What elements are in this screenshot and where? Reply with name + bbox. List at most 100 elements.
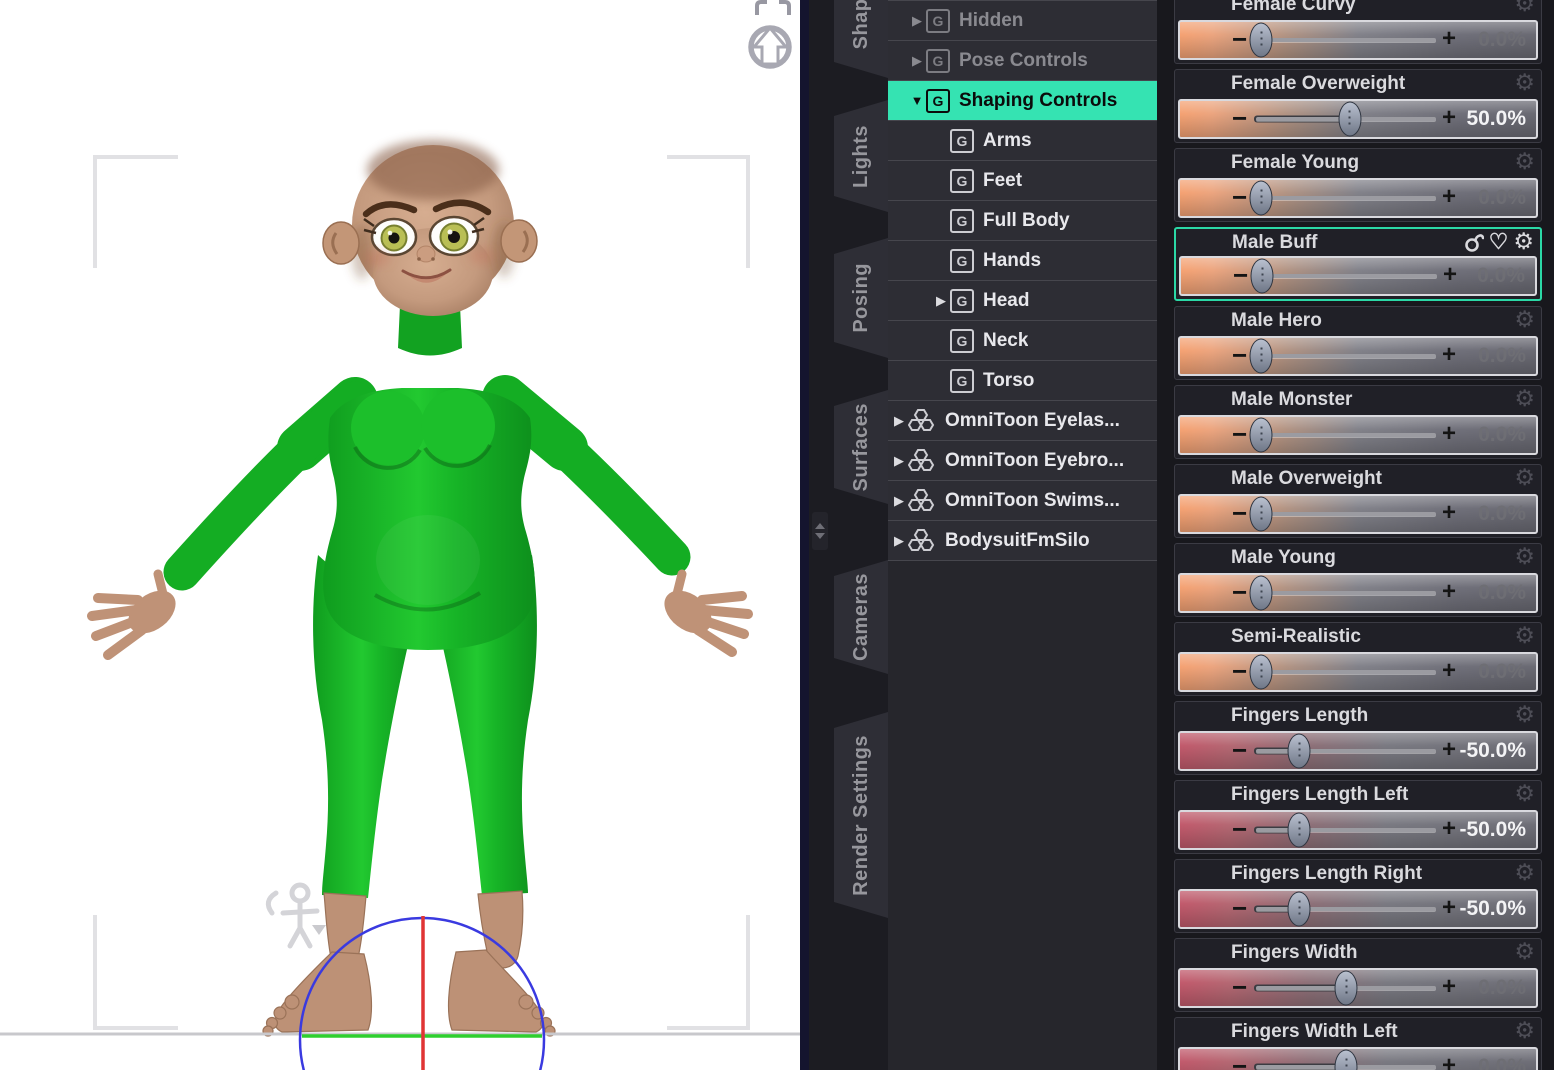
parameter-value[interactable]: 0.0%	[1416, 28, 1526, 52]
tree-row[interactable]: ▶ OmniToon Eyebro...	[888, 441, 1157, 481]
tree-row[interactable]: ▶ OmniToon Swims...	[888, 481, 1157, 521]
decrement-button[interactable]: −	[1232, 342, 1247, 368]
expand-arrow-icon[interactable]: ▶	[890, 413, 908, 429]
parameter-slider[interactable]: − + -50.0%	[1178, 810, 1538, 850]
tree-row[interactable]: ▼ G Shaping Controls	[888, 81, 1157, 121]
gear-icon[interactable]: ⚙	[1514, 545, 1535, 568]
decrement-button[interactable]: −	[1232, 1053, 1247, 1070]
slider-handle[interactable]	[1249, 654, 1273, 690]
tree-row[interactable]: ▶ G Pose Controls	[888, 41, 1157, 81]
parameter-slider[interactable]: − + 0.0%	[1178, 573, 1538, 613]
slider-handle[interactable]	[1249, 496, 1273, 532]
decrement-button[interactable]: −	[1232, 974, 1247, 1000]
decrement-button[interactable]: −	[1232, 500, 1247, 526]
slider-handle[interactable]	[1287, 812, 1311, 848]
tree-row[interactable]: G Feet	[888, 161, 1157, 201]
parameter-slider[interactable]: − + 0.0%	[1178, 415, 1538, 455]
slider-handle[interactable]	[1250, 258, 1274, 294]
gear-icon[interactable]: ⚙	[1514, 0, 1535, 15]
slider-track[interactable]	[1256, 749, 1436, 753]
decrement-button[interactable]: −	[1232, 816, 1247, 842]
tree-row[interactable]: G Torso	[888, 361, 1157, 401]
gear-icon[interactable]: ⚙	[1514, 387, 1535, 410]
parameter-slider[interactable]: − + 0.0%	[1179, 256, 1537, 296]
parameter-value[interactable]: 50.0%	[1416, 107, 1526, 131]
parameter-value[interactable]: 0.0%	[1416, 581, 1526, 605]
parameter-slider[interactable]: − + 0.0%	[1178, 1047, 1538, 1070]
slider-track[interactable]	[1256, 196, 1436, 200]
gear-icon[interactable]: ⚙	[1514, 1019, 1535, 1042]
gear-icon[interactable]: ⚙	[1514, 782, 1535, 805]
slider-track[interactable]	[1257, 274, 1437, 278]
parameter-value[interactable]: 0.0%	[1416, 976, 1526, 1000]
decrement-button[interactable]: −	[1232, 579, 1247, 605]
gear-icon[interactable]: ⚙	[1514, 624, 1535, 647]
heart-favorite-icon[interactable]: ♡	[1489, 230, 1509, 253]
tree-row[interactable]: ▶ BodysuitFmSilo	[888, 521, 1157, 561]
gear-icon[interactable]: ⚙	[1514, 703, 1535, 726]
expand-arrow-icon[interactable]: ▶	[890, 533, 908, 549]
parameter-value[interactable]: -50.0%	[1416, 818, 1526, 842]
slider-handle[interactable]	[1334, 1049, 1358, 1070]
parameter-value[interactable]: 0.0%	[1416, 344, 1526, 368]
slider-track[interactable]	[1256, 907, 1436, 911]
parameter-slider[interactable]: − + -50.0%	[1178, 889, 1538, 929]
gear-icon[interactable]: ⚙	[1513, 230, 1534, 253]
parameter-slider[interactable]: − + 0.0%	[1178, 652, 1538, 692]
tree-row[interactable]: G Hands	[888, 241, 1157, 281]
decrement-button[interactable]: −	[1232, 184, 1247, 210]
slider-handle[interactable]	[1249, 22, 1273, 58]
parameter-value[interactable]: 0.0%	[1416, 660, 1526, 684]
gear-icon[interactable]: ⚙	[1514, 940, 1535, 963]
gear-icon[interactable]: ⚙	[1514, 466, 1535, 489]
parameter-slider[interactable]: − + 0.0%	[1178, 178, 1538, 218]
tab-surfaces[interactable]: Surfaces	[834, 390, 888, 504]
parameter-slider[interactable]: − + 0.0%	[1178, 968, 1538, 1008]
tab-render-settings[interactable]: Render Settings	[834, 712, 888, 918]
decrement-button[interactable]: −	[1233, 262, 1248, 288]
parameter-slider[interactable]: − + -50.0%	[1178, 731, 1538, 771]
slider-handle[interactable]	[1249, 575, 1273, 611]
decrement-button[interactable]: −	[1232, 895, 1247, 921]
slider-track[interactable]	[1256, 512, 1436, 516]
tree-row[interactable]: G Neck	[888, 321, 1157, 361]
slider-handle[interactable]	[1334, 970, 1358, 1006]
gear-icon[interactable]: ⚙	[1514, 71, 1535, 94]
parameter-slider[interactable]: − + 0.0%	[1178, 494, 1538, 534]
parameter-value[interactable]: 0.0%	[1415, 264, 1525, 288]
slider-track[interactable]	[1256, 433, 1436, 437]
decrement-button[interactable]: −	[1232, 105, 1247, 131]
decrement-button[interactable]: −	[1232, 421, 1247, 447]
tree-row[interactable]: ▶ G Head	[888, 281, 1157, 321]
slider-handle[interactable]	[1287, 891, 1311, 927]
tab-posing[interactable]: Posing	[834, 238, 888, 358]
slider-handle[interactable]	[1287, 733, 1311, 769]
decrement-button[interactable]: −	[1232, 658, 1247, 684]
parameter-value[interactable]: 0.0%	[1416, 1055, 1526, 1070]
slider-track[interactable]	[1256, 670, 1436, 674]
decrement-button[interactable]: −	[1232, 26, 1247, 52]
slider-track[interactable]	[1256, 591, 1436, 595]
slider-handle[interactable]	[1338, 101, 1362, 137]
expand-arrow-icon[interactable]: ▶	[908, 53, 926, 69]
panel-splitter-handle[interactable]	[812, 512, 828, 550]
tab-cameras[interactable]: Cameras	[834, 560, 888, 674]
slider-track[interactable]	[1256, 38, 1436, 42]
gear-icon[interactable]: ⚙	[1514, 861, 1535, 884]
slider-track[interactable]	[1256, 828, 1436, 832]
tree-row[interactable]: G Full Body	[888, 201, 1157, 241]
parameter-slider[interactable]: − + 0.0%	[1178, 336, 1538, 376]
tab-lights[interactable]: Lights	[834, 100, 888, 212]
expand-arrow-icon[interactable]: ▶	[908, 13, 926, 29]
lock-icon[interactable]	[1464, 231, 1484, 253]
parameter-value[interactable]: 0.0%	[1416, 186, 1526, 210]
parameter-slider[interactable]: − + 50.0%	[1178, 99, 1538, 139]
slider-handle[interactable]	[1249, 180, 1273, 216]
slider-handle[interactable]	[1249, 338, 1273, 374]
expand-arrow-icon[interactable]: ▶	[890, 453, 908, 469]
tree-row[interactable]: ▶ OmniToon Eyelas...	[888, 401, 1157, 441]
parameter-value[interactable]: -50.0%	[1416, 897, 1526, 921]
slider-handle[interactable]	[1249, 417, 1273, 453]
expand-arrow-icon[interactable]: ▶	[932, 293, 950, 309]
decrement-button[interactable]: −	[1232, 737, 1247, 763]
